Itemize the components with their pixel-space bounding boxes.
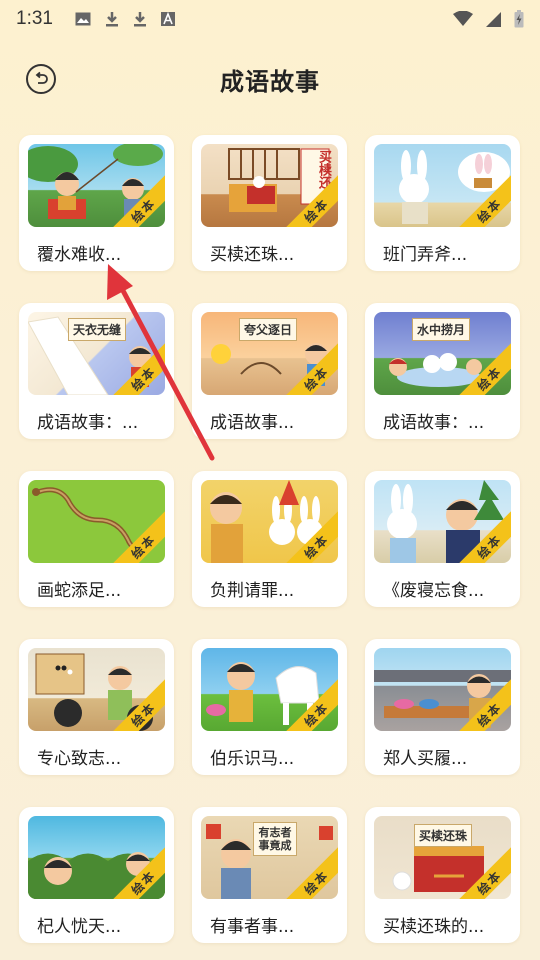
story-thumbnail: 绘本 bbox=[28, 144, 165, 227]
image-icon bbox=[75, 12, 91, 26]
story-thumbnail: 绘本 bbox=[201, 648, 338, 731]
story-thumbnail: 绘本 bbox=[28, 648, 165, 731]
story-card[interactable]: 夸父逐日 绘本 成语故事... bbox=[192, 303, 347, 439]
story-title: 负荆请罪... bbox=[210, 581, 295, 601]
story-card[interactable]: 绘本 郑人买履... bbox=[365, 639, 520, 775]
signal-icon bbox=[486, 11, 501, 27]
story-title: 成语故事：... bbox=[37, 413, 139, 433]
story-title: 成语故事：... bbox=[383, 413, 485, 433]
story-title: 有事者事... bbox=[210, 917, 295, 937]
back-button[interactable] bbox=[26, 64, 56, 94]
story-title: 画蛇添足... bbox=[37, 581, 122, 601]
story-thumbnail: 水中捞月 绘本 bbox=[374, 312, 511, 395]
wifi-icon bbox=[453, 11, 473, 26]
back-icon bbox=[35, 71, 48, 84]
thumb-caption: 夸父逐日 bbox=[239, 318, 298, 341]
thumb-caption: 买椟还 bbox=[316, 150, 331, 189]
story-card[interactable]: 绘本 杞人忧天... bbox=[19, 807, 174, 943]
story-thumbnail: 夸父逐日 绘本 bbox=[201, 312, 338, 395]
story-card[interactable]: 绘本 《废寝忘食... bbox=[365, 471, 520, 607]
thumb-caption: 有志者事竟成 bbox=[253, 822, 297, 856]
story-card[interactable]: 有志者事竟成 绘本 有事者事... bbox=[192, 807, 347, 943]
story-title: 郑人买履... bbox=[383, 749, 468, 769]
story-thumbnail: 绘本 bbox=[28, 480, 165, 563]
story-card[interactable]: 绘本 负荆请罪... bbox=[192, 471, 347, 607]
story-title: 班门弄斧... bbox=[383, 245, 468, 265]
header: 成语故事 bbox=[0, 52, 540, 106]
thumb-caption: 水中捞月 bbox=[412, 318, 471, 341]
story-title: 覆水难收... bbox=[37, 245, 122, 265]
story-card[interactable]: 天衣无缝 绘本 成语故事：... bbox=[19, 303, 174, 439]
story-card[interactable]: 绘本 专心致志... bbox=[19, 639, 174, 775]
story-thumbnail: 绘本 bbox=[374, 144, 511, 227]
download-icon bbox=[105, 12, 118, 27]
story-title: 《废寝忘食... bbox=[383, 581, 485, 601]
status-time: 1:31 bbox=[16, 8, 53, 29]
story-thumbnail: 绘本 bbox=[28, 816, 165, 899]
story-grid: 绘本 覆水难收... 买椟还 绘本 买椟还珠... 绘本 班门弄斧... 天衣无… bbox=[19, 135, 521, 943]
story-title: 成语故事... bbox=[210, 413, 295, 433]
story-title: 专心致志... bbox=[37, 749, 122, 769]
story-card[interactable]: 绘本 班门弄斧... bbox=[365, 135, 520, 271]
story-card[interactable]: 绘本 伯乐识马... bbox=[192, 639, 347, 775]
download-icon bbox=[133, 12, 146, 27]
thumb-caption: 买椟还珠 bbox=[414, 824, 473, 847]
battery-charging-icon bbox=[514, 10, 524, 28]
story-title: 买椟还珠的... bbox=[383, 917, 485, 937]
story-thumbnail: 绘本 bbox=[374, 648, 511, 731]
story-card[interactable]: 绘本 画蛇添足... bbox=[19, 471, 174, 607]
story-thumbnail: 有志者事竟成 绘本 bbox=[201, 816, 338, 899]
story-thumbnail: 买椟还珠 绘本 bbox=[374, 816, 511, 899]
story-card[interactable]: 水中捞月 绘本 成语故事：... bbox=[365, 303, 520, 439]
story-thumbnail: 绘本 bbox=[374, 480, 511, 563]
status-bar: 1:31 bbox=[0, 0, 540, 38]
story-thumbnail: 绘本 bbox=[201, 480, 338, 563]
page-title: 成语故事 bbox=[220, 67, 320, 96]
story-thumbnail: 买椟还 绘本 bbox=[201, 144, 338, 227]
story-card[interactable]: 绘本 覆水难收... bbox=[19, 135, 174, 271]
story-card[interactable]: 买椟还 绘本 买椟还珠... bbox=[192, 135, 347, 271]
story-title: 买椟还珠... bbox=[210, 245, 295, 265]
thumb-caption: 天衣无缝 bbox=[68, 318, 127, 341]
story-thumbnail: 天衣无缝 绘本 bbox=[28, 312, 165, 395]
story-title: 杞人忧天... bbox=[37, 917, 122, 937]
story-title: 伯乐识马... bbox=[210, 749, 295, 769]
font-icon bbox=[160, 12, 175, 26]
story-card[interactable]: 买椟还珠 绘本 买椟还珠的... bbox=[365, 807, 520, 943]
